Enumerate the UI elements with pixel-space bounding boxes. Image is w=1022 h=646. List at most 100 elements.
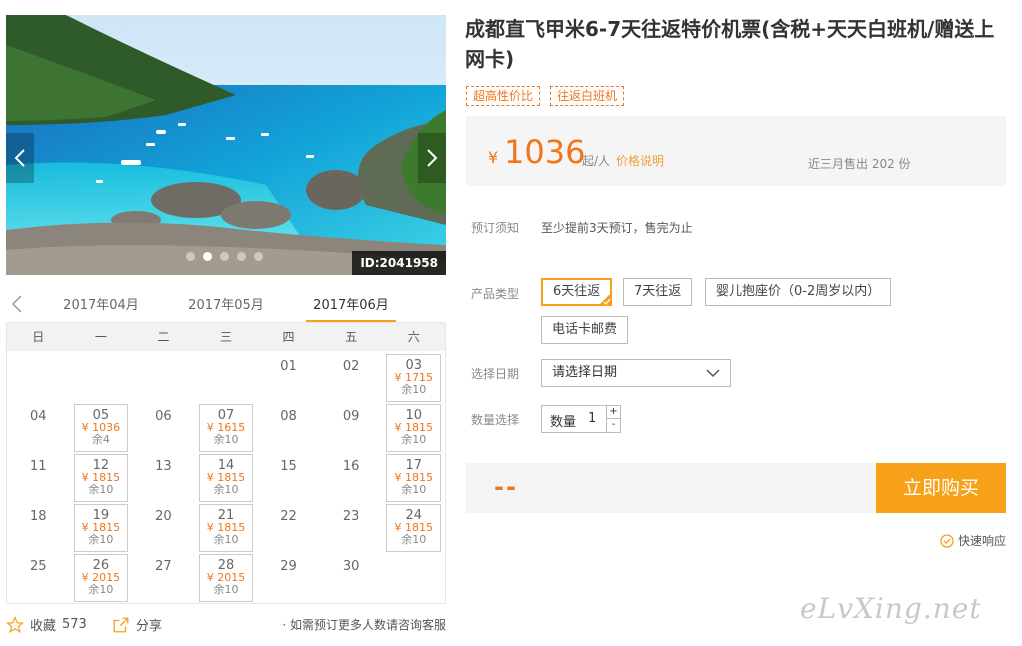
calendar-day-available[interactable]: 24 ¥ 1815 余10 [386, 504, 441, 552]
chevron-right-icon [427, 149, 438, 167]
month-tab-april[interactable]: 2017年04月 [46, 294, 156, 313]
photo-dot[interactable] [220, 252, 229, 261]
calendar-day: 02 [320, 353, 383, 403]
date-label: 选择日期 [471, 367, 520, 381]
sales-count: 近三月售出 202 份 [808, 157, 911, 171]
type-option-label: 婴儿抱座价（0-2周岁以内） [716, 284, 881, 299]
notice-text: 至少提前3天预订，售完为止 [541, 221, 693, 235]
day-stock: 余10 [88, 583, 114, 596]
quantity-prefix: 数量 [550, 415, 577, 430]
quantity-label: 数量选择 [471, 413, 520, 427]
calendar-weekday-header: 日一二三四五六 [7, 323, 445, 351]
date-select[interactable]: 请选择日期 [541, 359, 731, 387]
calendar-empty-cell [7, 353, 70, 403]
calendar-day: 20 [132, 503, 195, 553]
calendar-day: 04 [7, 403, 70, 453]
total-price: -- [494, 473, 518, 501]
calendar-grid: 01 02 03 ¥ 1715 余10 04 05 ¥ 1036 余4 06 07 ¥ 1615 余10… [7, 351, 445, 603]
photo-dot-active[interactable] [203, 252, 212, 261]
photo-dot[interactable] [186, 252, 195, 261]
chevron-down-icon [706, 369, 720, 378]
month-prev-button[interactable] [10, 294, 30, 314]
calendar-empty-cell [70, 353, 133, 403]
check-circle-icon [940, 533, 954, 548]
day-stock: 余10 [88, 483, 114, 496]
day-stock: 余10 [213, 533, 239, 546]
day-number: 30 [342, 559, 360, 574]
selected-check-icon [599, 293, 612, 305]
buy-now-button[interactable]: 立即购买 [876, 463, 1006, 513]
day-number: 17 [405, 458, 422, 473]
quantity-stepper: 数量 1 + - [541, 405, 621, 433]
day-number: 15 [280, 459, 297, 474]
calendar-day: 18 [7, 503, 70, 553]
month-selector: 2017年04月 2017年05月 2017年06月 [6, 288, 446, 323]
day-number: 02 [342, 359, 360, 374]
calendar-day-available[interactable]: 26 ¥ 2015 余10 [73, 554, 129, 602]
calendar-day-available[interactable]: 28 ¥ 2015 余10 [198, 554, 254, 602]
share-button[interactable]: 分享 [112, 615, 162, 634]
product-title: 成都直飞甲米6-7天往返特价机票(含税+天天白班机/赠送上网卡) [465, 17, 995, 71]
day-number: 13 [155, 459, 172, 474]
calendar-day-available[interactable]: 14 ¥ 1815 余10 [198, 454, 254, 502]
weekday-label: 五 [345, 330, 358, 344]
calendar-day-available[interactable]: 05 ¥ 1036 余4 [73, 404, 129, 452]
month-tab-june[interactable]: 2017年06月 [296, 294, 406, 313]
day-stock: 余10 [213, 433, 239, 446]
calendar-day-available[interactable]: 07 ¥ 1615 余10 [198, 404, 254, 452]
type-option-7-days[interactable]: 7天往返 [623, 278, 693, 306]
calendar-day: 13 [132, 453, 195, 503]
day-number: 16 [342, 459, 360, 474]
calendar-day-available[interactable]: 21 ¥ 1815 余10 [198, 504, 254, 552]
calendar-day-available[interactable]: 03 ¥ 1715 余10 [386, 354, 441, 402]
photo-prev-button[interactable] [6, 133, 34, 183]
chevron-left-icon [11, 295, 22, 313]
type-option-infant[interactable]: 婴儿抱座价（0-2周岁以内） [705, 278, 892, 306]
favorite-button[interactable]: 收藏 573 [6, 615, 87, 634]
day-stock: 余10 [88, 533, 114, 546]
weekday-label: 三 [219, 330, 232, 344]
day-number: 06 [155, 409, 172, 424]
product-type-label: 产品类型 [471, 287, 520, 301]
calendar-day: 30 [320, 553, 383, 603]
type-option-label: 电话卡邮费 [552, 322, 618, 337]
quick-response-label: 快速响应 [957, 534, 1006, 548]
weekday-label: 一 [94, 330, 107, 344]
weekday-label: 日 [32, 330, 45, 344]
calendar-day-available[interactable]: 17 ¥ 1815 余10 [386, 454, 441, 502]
day-stock: 余10 [401, 383, 427, 396]
calendar-day: 09 [320, 403, 383, 453]
photo-next-button[interactable] [418, 133, 446, 183]
calendar-day: 27 [132, 553, 195, 603]
type-option-label: 6天往返 [553, 284, 601, 299]
day-number: 14 [217, 458, 235, 473]
photo-dot[interactable] [254, 252, 263, 261]
price-explain-link[interactable]: 价格说明 [616, 152, 664, 169]
group-booking-note: · 如需预订更多人数请咨询客服 [282, 618, 446, 632]
calendar-day: 01 [257, 353, 320, 403]
day-number: 23 [342, 509, 360, 524]
quantity-value[interactable]: 1 [588, 411, 596, 426]
day-number: 28 [217, 558, 235, 573]
day-number: 18 [30, 509, 47, 524]
favorite-count: 573 [62, 617, 87, 632]
month-tab-may[interactable]: 2017年05月 [171, 294, 281, 313]
type-option-6-days[interactable]: 6天往返 [541, 278, 613, 306]
quantity-decrease-button[interactable]: - [606, 419, 620, 432]
calendar-day-available[interactable]: 10 ¥ 1815 余10 [386, 404, 441, 452]
purchase-bar: -- 立即购买 [466, 463, 1006, 513]
weekday-label: 四 [282, 330, 295, 344]
photo-dot[interactable] [237, 252, 246, 261]
day-number: 21 [217, 508, 235, 523]
type-option-sim-postage[interactable]: 电话卡邮费 [541, 316, 629, 344]
calendar-empty-cell [195, 353, 258, 403]
day-stock: 余10 [401, 433, 427, 446]
quantity-increase-button[interactable]: + [606, 406, 620, 419]
day-number: 03 [405, 358, 422, 373]
product-photo-carousel[interactable]: ID:2041958 [6, 15, 446, 275]
share-icon [113, 617, 129, 632]
date-select-placeholder: 请选择日期 [552, 365, 618, 380]
quick-response-badge: 快速响应 [940, 532, 1006, 549]
calendar-day-available[interactable]: 19 ¥ 1815 余10 [73, 504, 129, 552]
calendar-day-available[interactable]: 12 ¥ 1815 余10 [73, 454, 129, 502]
